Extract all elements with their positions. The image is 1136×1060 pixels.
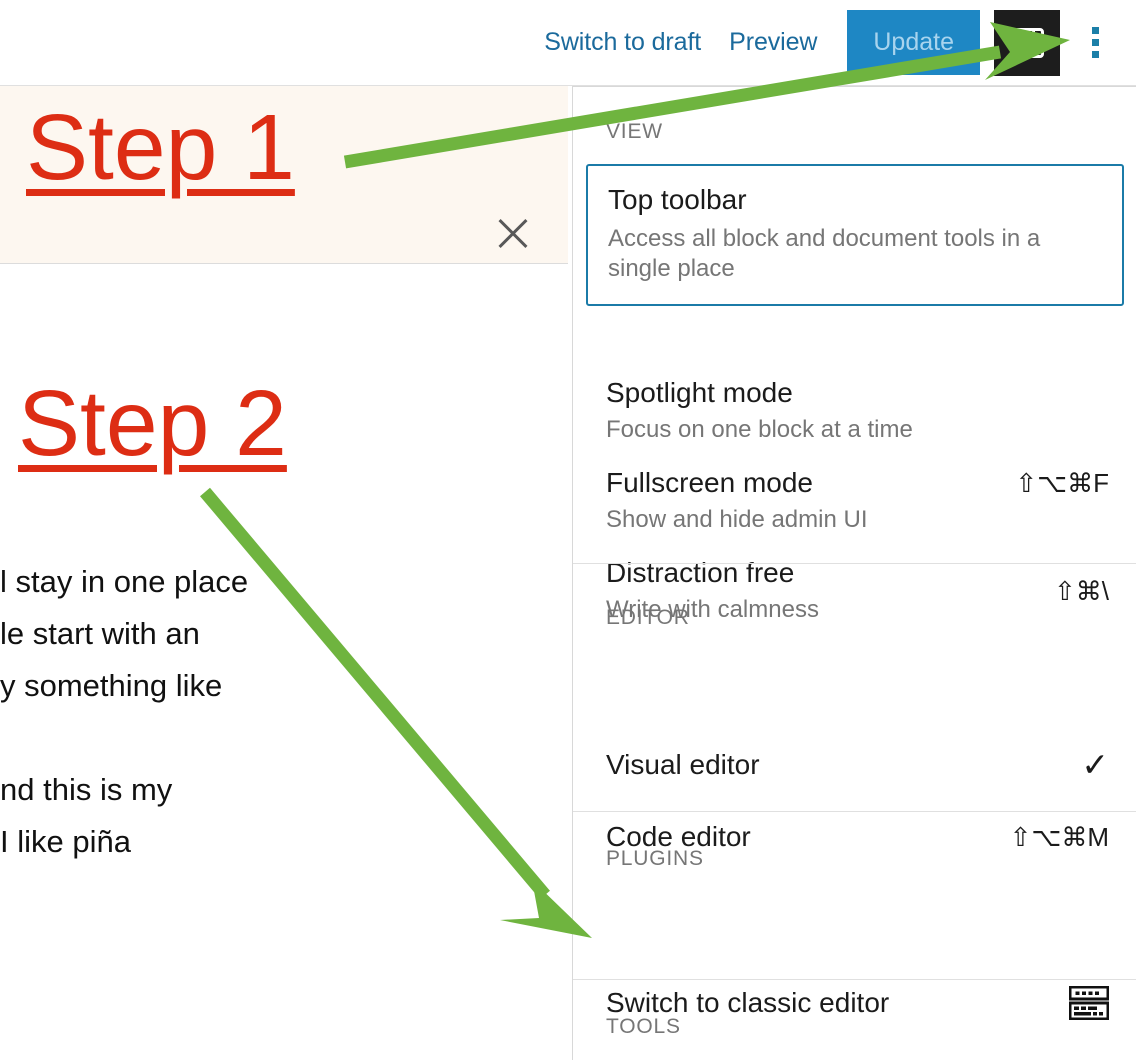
check-icon: ✓ [1081,746,1109,783]
menu-divider-3 [573,979,1136,980]
menu-item-code-editor-shortcut: ⇧⌥⌘M [1009,822,1109,852]
menu-section-tools-label: TOOLS [606,1015,681,1038]
menu-section-editor-label: EDITOR [606,606,690,629]
menu-section-plugins-label: PLUGINS [606,847,704,870]
menu-item-fullscreen-mode[interactable]: Fullscreen mode Show and hide admin UI ⇧… [573,465,1136,535]
body-line-6: I like piña [0,824,131,859]
update-button[interactable]: Update [847,10,980,75]
editor-header-toolbar: Switch to draft Preview Update [0,0,1136,86]
menu-item-top-toolbar-label: Top toolbar [608,184,747,215]
menu-divider-1 [573,563,1136,564]
close-icon[interactable] [492,212,534,254]
editor-notice: Step 1 [0,86,568,264]
menu-item-spotlight-mode-label: Spotlight mode [606,377,793,408]
editor-canvas: Step 1 Step 2 l stay in one place le sta… [0,86,568,1060]
body-line-3: y something like [0,668,223,703]
keyboard-icon [1069,986,1109,1020]
menu-section-view-label: VIEW [606,120,663,143]
settings-sidebar-toggle[interactable] [994,9,1060,76]
heading-step-2: Step 2 [18,371,287,475]
body-line-5: nd this is my [0,772,173,807]
menu-item-fullscreen-mode-shortcut: ⇧⌥⌘F [1015,468,1109,498]
body-line-1: l stay in one place [0,564,249,599]
kebab-dot-1 [1091,27,1099,34]
menu-item-top-toolbar-description: Access all block and document tools in a… [608,225,1041,282]
menu-item-fullscreen-mode-label: Fullscreen mode [606,467,813,498]
kebab-dot-2 [1091,39,1099,46]
preview-button[interactable]: Preview [715,30,831,55]
notice-title-step-1: Step 1 [26,95,295,199]
menu-item-visual-editor-label: Visual editor [606,749,760,780]
menu-item-spotlight-mode-description: Focus on one block at a time [606,416,913,443]
menu-item-top-toolbar[interactable]: Top toolbar Access all block and documen… [586,164,1124,306]
menu-item-fullscreen-mode-description: Show and hide admin UI [606,506,868,533]
menu-item-spotlight-mode[interactable]: Spotlight mode Focus on one block at a t… [573,375,1136,445]
post-body-text[interactable]: l stay in one place le start with an y s… [0,556,568,868]
body-line-2: le start with an [0,616,200,651]
switch-to-draft-button[interactable]: Switch to draft [530,30,715,55]
kebab-dot-3 [1091,51,1099,58]
screen-root: Switch to draft Preview Update Step 1 St… [0,0,1136,1060]
menu-item-distraction-free-label: Distraction free [606,557,795,588]
menu-item-visual-editor[interactable]: Visual editor ✓ [573,747,1136,783]
sidebar-panel-icon [1010,27,1044,58]
body-line-blank [0,712,568,764]
menu-divider-2 [573,811,1136,812]
editor-options-dropdown: VIEW Top toolbar Access all block and do… [572,86,1136,1060]
options-menu-button[interactable] [1068,10,1122,76]
